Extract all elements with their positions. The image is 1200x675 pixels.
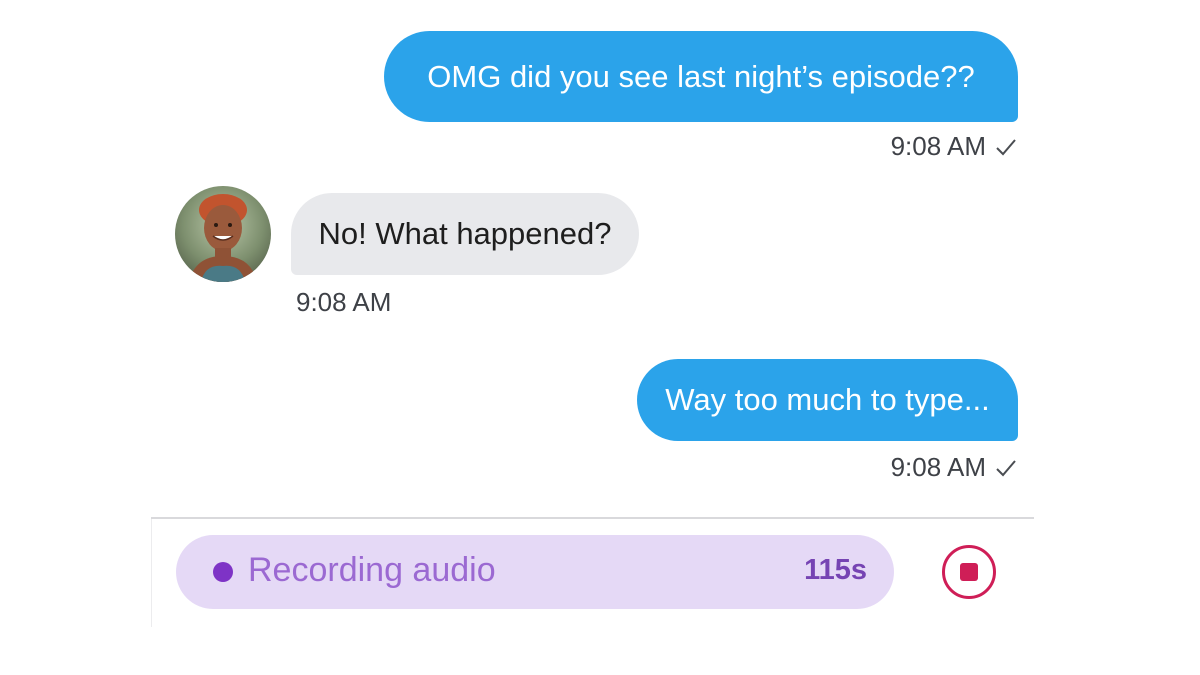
recording-label: Recording audio [248,551,496,589]
message-time: 9:08 AM [296,287,392,317]
stop-record-icon [960,563,978,581]
message-meta: 9:08 AM [891,452,1018,483]
incoming-message-bubble[interactable]: No! What happened? [291,193,639,275]
message-time: 9:08 AM [890,131,986,161]
message-time: 9:08 AM [890,452,986,482]
contact-avatar[interactable] [175,186,271,282]
message-meta: 9:08 AM [296,287,391,318]
message-text: OMG did you see last night’s episode?? [427,58,975,94]
stop-recording-button[interactable] [942,545,996,599]
recording-timer: 115s [804,554,867,586]
composer-divider [151,517,1034,519]
message-text: Way too much to type... [665,382,990,417]
outgoing-message-bubble[interactable]: Way too much to type... [637,359,1018,441]
recording-dot-icon [213,562,233,582]
message-meta: 9:08 AM [891,131,1018,162]
chat-screen: OMG did you see last night’s episode?? 9… [0,0,1200,675]
composer-edge [151,519,152,627]
checkmark-icon [994,457,1018,479]
message-text: No! What happened? [318,216,612,251]
outgoing-message-bubble[interactable]: OMG did you see last night’s episode?? [384,31,1018,122]
checkmark-icon [994,136,1018,158]
